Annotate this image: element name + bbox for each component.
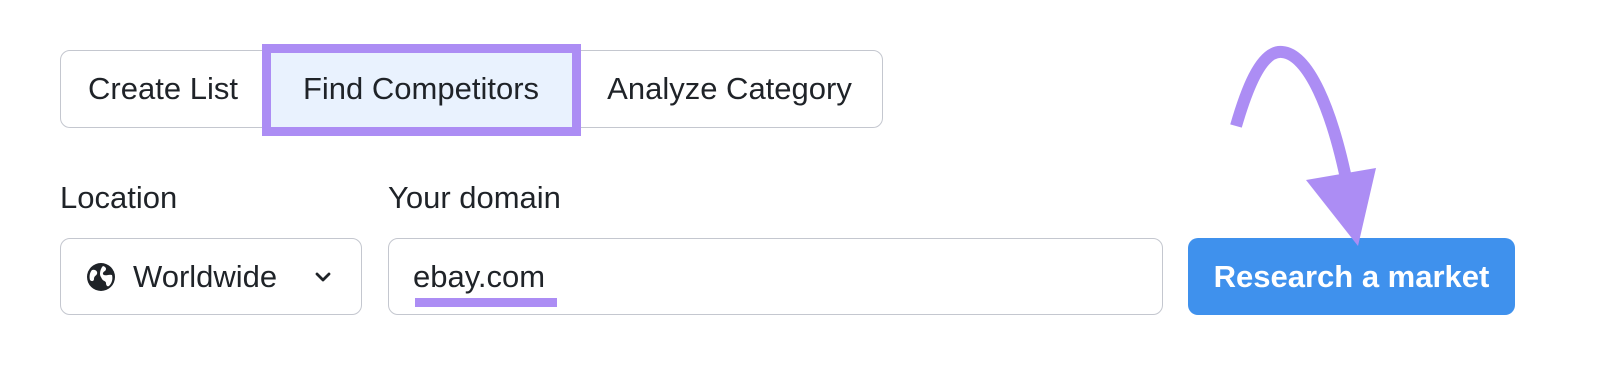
globe-icon (85, 261, 117, 293)
domain-value: ebay.com (413, 259, 546, 294)
location-select[interactable]: Worldwide (60, 238, 362, 315)
tab-find-competitors[interactable]: Find Competitors (265, 51, 577, 127)
domain-input[interactable]: ebay.com (388, 238, 1163, 315)
tab-create-list[interactable]: Create List (61, 51, 265, 127)
tab-analyze-category[interactable]: Analyze Category (577, 51, 882, 127)
mode-tabs: Create List Find Competitors Analyze Cat… (60, 50, 883, 128)
tab-label: Find Competitors (302, 71, 540, 106)
domain-label: Your domain (388, 180, 561, 215)
chevron-down-icon (313, 267, 333, 287)
tab-label: Create List (88, 71, 238, 106)
market-research-form: Create List Find Competitors Analyze Cat… (0, 0, 1606, 378)
location-label: Location (60, 180, 178, 215)
arrow-annotation-icon (1230, 46, 1376, 246)
domain-underline-highlight (415, 298, 557, 307)
research-market-button[interactable]: Research a market (1188, 238, 1515, 315)
location-value: Worldwide (133, 258, 278, 294)
research-button-label: Research a market (1213, 258, 1490, 294)
tab-label: Analyze Category (607, 71, 852, 106)
